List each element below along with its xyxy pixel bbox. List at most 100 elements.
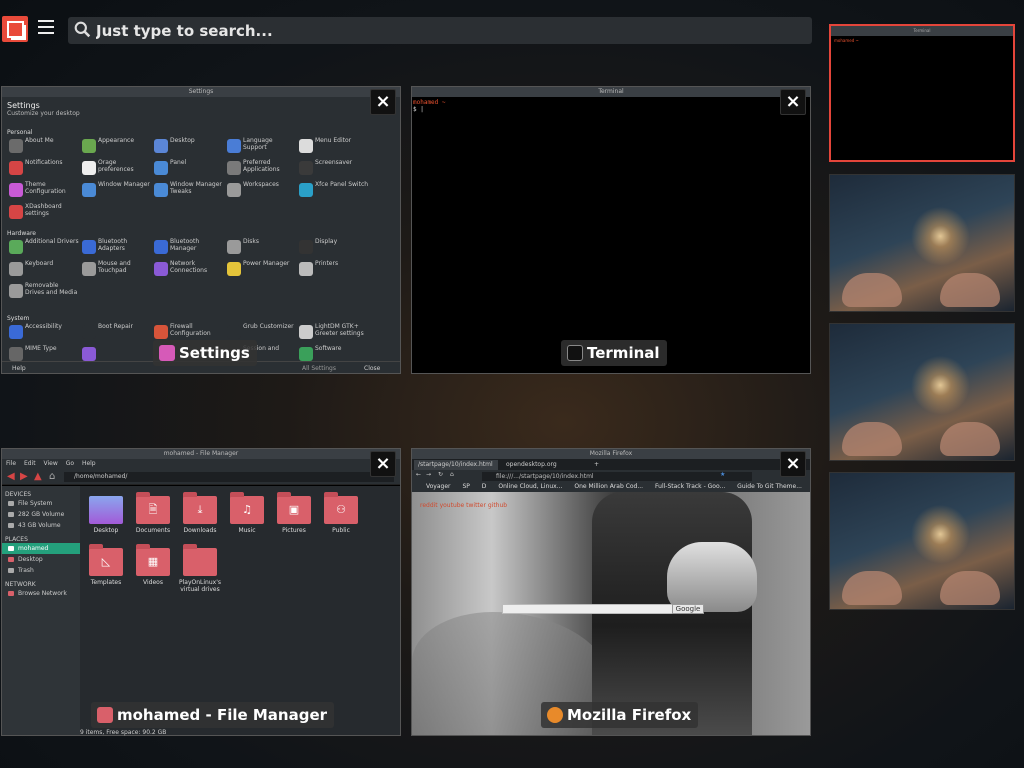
tab-startpage[interactable]: /startpage/10/index.html xyxy=(414,460,498,470)
close-terminal-window-icon[interactable]: × xyxy=(780,89,806,115)
file-manager-window[interactable]: mohamed - File Manager File Edit View Go… xyxy=(1,448,401,736)
settings-item[interactable]: Appearance xyxy=(80,137,152,157)
settings-item[interactable]: Accessibility xyxy=(7,323,79,343)
bookmark-d[interactable]: D xyxy=(482,483,487,490)
sidebar-item-43gb-volume[interactable]: 43 GB Volume xyxy=(2,520,80,531)
settings-item[interactable]: Window Manager Tweaks xyxy=(152,181,224,201)
settings-item[interactable]: Power Manager xyxy=(225,260,297,280)
settings-item[interactable]: Additional Drivers xyxy=(7,238,79,258)
folder-item[interactable]: ◺ Templates xyxy=(82,544,130,600)
settings-item[interactable]: Xfce Panel Switch xyxy=(297,181,369,201)
terminal-body[interactable]: mohamed ~ $ | xyxy=(412,97,810,373)
settings-item[interactable]: Bluetooth Adapters xyxy=(80,238,152,258)
settings-item[interactable]: XDashboard settings xyxy=(7,203,79,223)
settings-item[interactable]: Printers xyxy=(297,260,369,280)
terminal-window-label[interactable]: Terminal xyxy=(561,340,667,366)
search-bar[interactable] xyxy=(68,17,812,44)
bookmark-sp[interactable]: SP xyxy=(462,483,469,490)
settings-item[interactable]: Disks xyxy=(225,238,297,258)
url-bar[interactable]: file:///.../startpage/10/index.html xyxy=(482,472,752,481)
settings-window[interactable]: Settings Settings Customize your desktop… xyxy=(1,86,401,374)
sidebar-item-mohamed[interactable]: mohamed xyxy=(2,543,80,554)
new-tab-button[interactable]: + xyxy=(590,460,603,470)
search-input[interactable] xyxy=(96,17,796,44)
settings-item[interactable]: LightDM GTK+ Greeter settings xyxy=(297,323,369,343)
folder-item[interactable]: PlayOnLinux's virtual drives xyxy=(176,544,224,600)
settings-item[interactable]: Workspaces xyxy=(225,181,297,201)
close-settings-window-icon[interactable]: × xyxy=(370,89,396,115)
settings-item[interactable]: Preferred Applications xyxy=(225,159,297,179)
settings-item[interactable]: Menu Editor xyxy=(297,137,369,157)
file-manager-window-label[interactable]: mohamed - File Manager xyxy=(91,702,335,728)
settings-item[interactable]: Language Support xyxy=(225,137,297,157)
sidebar-item-file-system[interactable]: File System xyxy=(2,498,80,509)
app-logo-icon[interactable] xyxy=(2,16,28,42)
settings-item[interactable]: Desktop xyxy=(152,137,224,157)
back-icon[interactable]: ← xyxy=(416,471,421,478)
workspace-3[interactable] xyxy=(829,323,1015,461)
workspace-1[interactable]: Terminal mohamed ~ xyxy=(829,24,1015,162)
forward-arrow-icon[interactable]: ▶ xyxy=(20,471,28,482)
close-settings-button[interactable]: Close xyxy=(364,362,380,373)
back-arrow-icon[interactable]: ◀ xyxy=(7,471,15,482)
menu-go[interactable]: Go xyxy=(66,460,74,467)
settings-item[interactable]: Theme Configuration xyxy=(7,181,79,201)
sidebar-item-282gb-volume[interactable]: 282 GB Volume xyxy=(2,509,80,520)
sidebar-item-browse-network[interactable]: Browse Network xyxy=(2,588,80,599)
hamburger-menu-icon[interactable] xyxy=(38,20,54,36)
bookmark-one-million[interactable]: One Million Arab Cod... xyxy=(574,483,643,490)
settings-item[interactable]: Display xyxy=(297,238,369,258)
terminal-window[interactable]: Terminal mohamed ~ $ | xyxy=(411,86,811,374)
startpage-links[interactable]: reddit youtube twitter github xyxy=(420,502,507,509)
sidebar-item-desktop[interactable]: Desktop xyxy=(2,554,80,565)
forward-icon[interactable]: → xyxy=(426,471,431,478)
settings-item[interactable]: Panel xyxy=(152,159,224,179)
workspace-2[interactable] xyxy=(829,174,1015,312)
home-icon[interactable]: ⌂ xyxy=(450,471,454,478)
bookmark-full-stack[interactable]: Full-Stack Track - Goo... xyxy=(655,483,725,490)
google-search-button[interactable]: Google xyxy=(672,604,704,614)
terminal-titlebar[interactable]: Terminal xyxy=(412,87,810,97)
folder-item[interactable]: ♫ Music xyxy=(223,492,271,548)
up-arrow-icon[interactable]: ▲ xyxy=(34,471,42,482)
settings-item[interactable]: Boot Repair xyxy=(80,323,152,343)
bookmark-star-icon[interactable]: ★ xyxy=(720,471,725,478)
workspace-4[interactable] xyxy=(829,472,1015,610)
settings-item[interactable]: Network Connections xyxy=(152,260,224,280)
menu-edit[interactable]: Edit xyxy=(24,460,36,467)
reload-icon[interactable]: ↻ xyxy=(438,471,443,478)
menu-file[interactable]: File xyxy=(6,460,16,467)
firefox-window-label[interactable]: Mozilla Firefox xyxy=(541,702,699,728)
settings-item[interactable]: Keyboard xyxy=(7,260,79,280)
folder-item[interactable]: ⤓ Downloads xyxy=(176,492,224,548)
sidebar-item-trash[interactable]: Trash xyxy=(2,565,80,576)
tab-opendesktop[interactable]: opendesktop.org xyxy=(502,460,590,470)
folder-item[interactable]: Desktop xyxy=(82,496,130,548)
settings-item[interactable]: Window Manager xyxy=(80,181,152,201)
folder-item[interactable]: ▦ Videos xyxy=(129,544,177,600)
bookmark-voyager[interactable]: Voyager xyxy=(426,483,451,490)
settings-item[interactable]: About Me xyxy=(7,137,79,157)
folder-item[interactable]: 🗎 Documents xyxy=(129,492,177,548)
settings-item[interactable]: Bluetooth Manager xyxy=(152,238,224,258)
settings-item[interactable]: Removable Drives and Media xyxy=(7,282,79,302)
folder-item[interactable]: ▣ Pictures xyxy=(270,492,318,548)
close-firefox-window-icon[interactable]: × xyxy=(780,451,806,477)
menu-view[interactable]: View xyxy=(44,460,58,467)
folder-item[interactable]: ⚇ Public xyxy=(317,492,365,548)
path-bar[interactable]: /home/mohamed/ xyxy=(64,472,394,482)
settings-item[interactable]: Screensaver xyxy=(297,159,369,179)
firefox-titlebar[interactable]: Mozilla Firefox xyxy=(412,449,810,459)
settings-item[interactable]: Mouse and Touchpad xyxy=(80,260,152,280)
help-button[interactable]: Help xyxy=(12,362,26,373)
settings-item[interactable]: Orage preferences xyxy=(80,159,152,179)
bookmark-online-cloud[interactable]: Online Cloud, Linux... xyxy=(498,483,562,490)
firefox-window[interactable]: Mozilla Firefox /startpage/10/index.html… xyxy=(411,448,811,736)
file-manager-titlebar[interactable]: mohamed - File Manager xyxy=(2,449,400,459)
all-settings-button[interactable]: All Settings xyxy=(302,362,336,373)
settings-item[interactable]: Notifications xyxy=(7,159,79,179)
home-icon[interactable]: ⌂ xyxy=(49,471,55,482)
menu-help[interactable]: Help xyxy=(82,460,96,467)
bookmark-git-theme[interactable]: Guide To Git Theme... xyxy=(737,483,802,490)
settings-titlebar[interactable]: Settings xyxy=(2,87,400,97)
